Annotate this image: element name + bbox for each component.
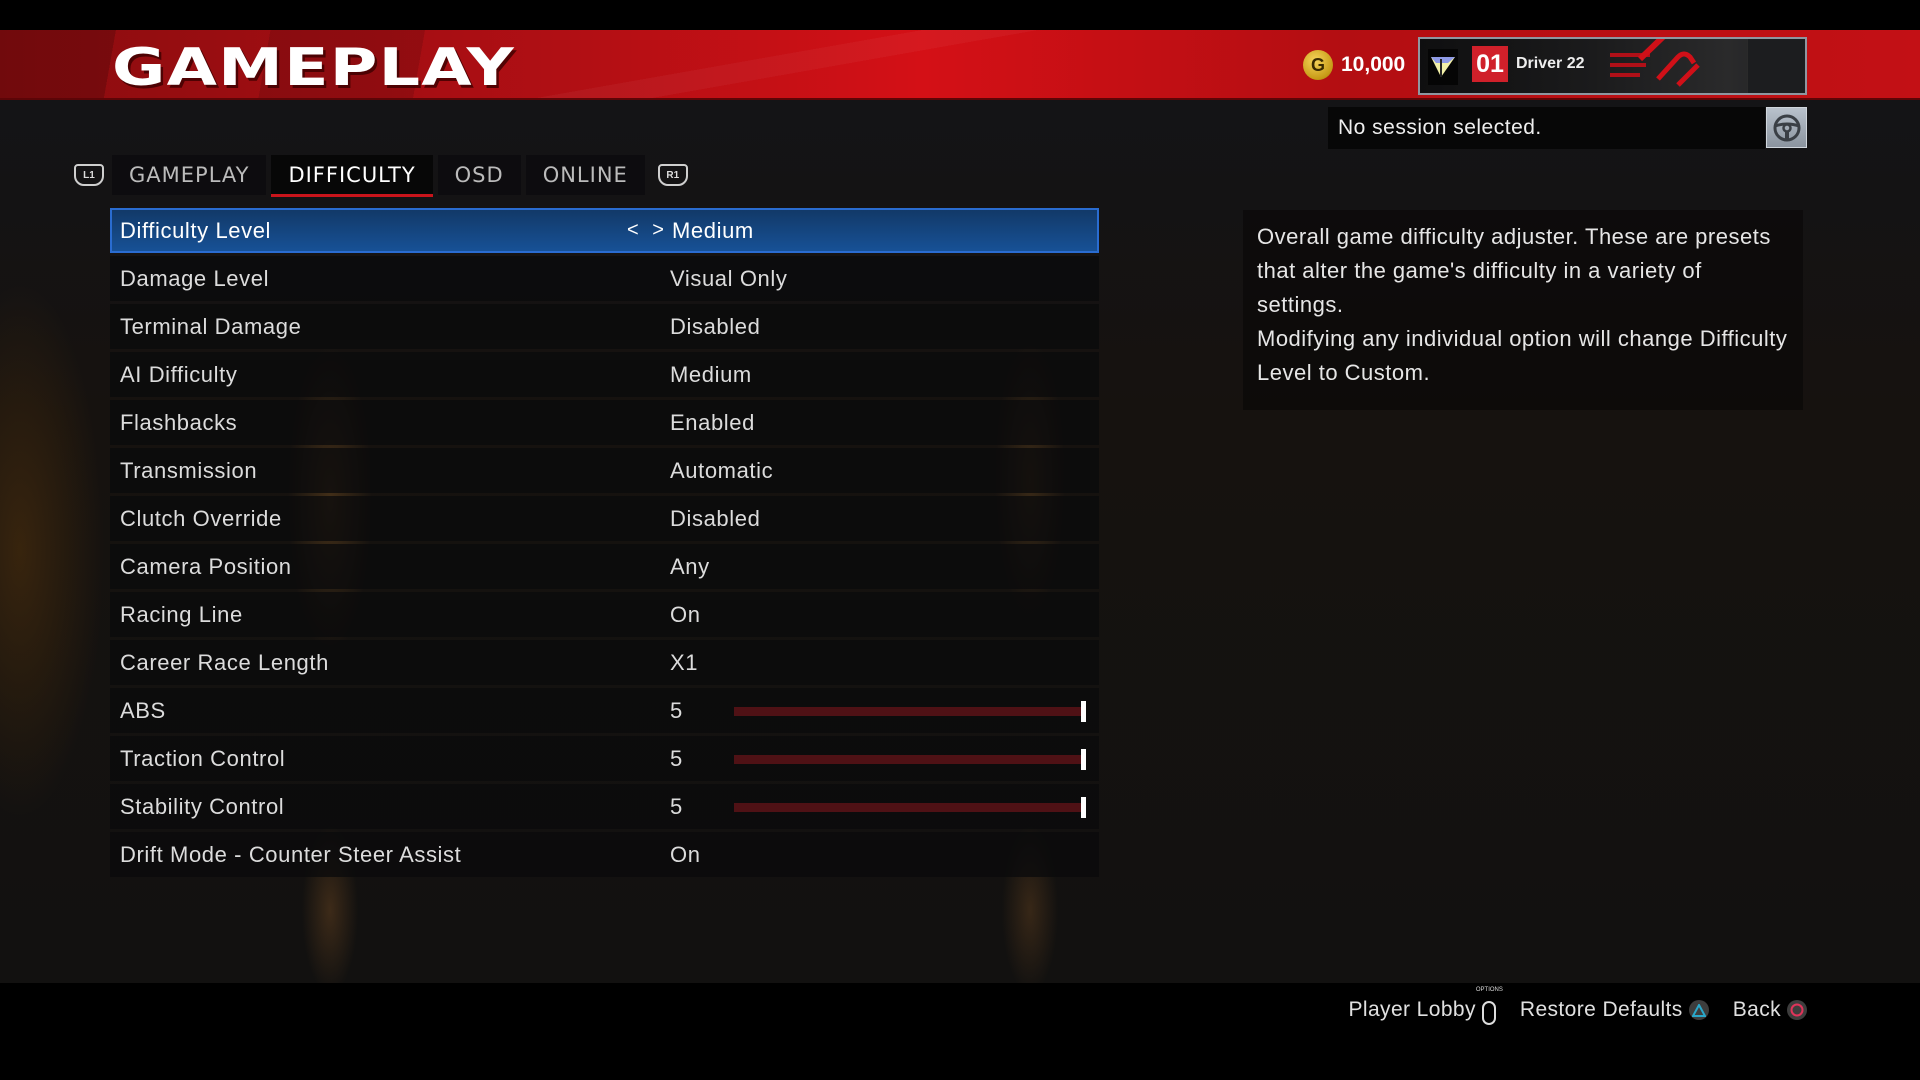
setting-value: Medium — [670, 361, 752, 387]
setting-label: Difficulty Level — [120, 217, 272, 243]
traction-control-slider[interactable] — [734, 749, 1086, 770]
setting-row-terminal-damage[interactable]: Terminal Damage Disabled — [110, 304, 1099, 349]
player-lobby-label: Player Lobby — [1348, 998, 1476, 1021]
setting-label: Terminal Damage — [120, 313, 302, 339]
setting-row-drift-mode[interactable]: Drift Mode - Counter Steer Assist On — [110, 832, 1099, 877]
setting-label: Stability Control — [120, 793, 285, 819]
steering-wheel-icon — [1773, 114, 1800, 141]
l1-bumper-icon[interactable]: L1 — [74, 164, 104, 186]
stability-control-slider[interactable] — [734, 797, 1086, 818]
setting-row-flashbacks[interactable]: Flashbacks Enabled — [110, 400, 1099, 445]
setting-value: Visual Only — [670, 265, 788, 291]
back-label: Back — [1732, 998, 1781, 1021]
setting-value: 5 — [670, 793, 683, 819]
setting-value: 5 — [670, 697, 683, 723]
top-letterbox — [0, 0, 1920, 30]
r1-bumper-icon[interactable]: R1 — [657, 164, 688, 186]
setting-row-stability-control[interactable]: Stability Control 5 — [110, 784, 1099, 829]
slider-fill — [734, 803, 1084, 812]
setting-value: Disabled — [670, 505, 761, 531]
setting-row-racing-line[interactable]: Racing Line On — [110, 592, 1099, 637]
slider-fill — [734, 755, 1084, 764]
restore-defaults-label: Restore Defaults — [1519, 998, 1683, 1021]
team-flag-icon — [1428, 49, 1458, 85]
session-wheel-button[interactable] — [1766, 107, 1807, 148]
setting-row-camera-position[interactable]: Camera Position Any — [110, 544, 1099, 589]
setting-row-career-race-length[interactable]: Career Race Length X1 — [110, 640, 1099, 685]
settings-list: Difficulty Level < > Medium Damage Level… — [110, 208, 1099, 880]
options-button-icon: OPTIONS — [1476, 987, 1503, 1025]
driver-number: 01 — [1472, 46, 1508, 82]
setting-value: 5 — [670, 745, 683, 771]
slider-fill — [734, 707, 1084, 716]
driver-badge-slot — [1747, 39, 1805, 93]
description-note: Modifying any individual option will cha… — [1257, 326, 1788, 385]
setting-row-abs[interactable]: ABS 5 — [110, 688, 1099, 733]
g-coin-icon: G — [1303, 50, 1333, 80]
setting-value: X1 — [670, 649, 699, 675]
slider-handle[interactable] — [1081, 749, 1086, 770]
setting-label: Camera Position — [120, 553, 292, 579]
description-panel: Overall game difficulty adjuster. These … — [1243, 210, 1803, 410]
setting-label: Clutch Override — [120, 505, 282, 531]
triangle-button-icon — [1688, 1000, 1709, 1020]
session-status: No session selected. — [1328, 107, 1765, 149]
setting-row-difficulty-level[interactable]: Difficulty Level < > Medium — [110, 208, 1099, 253]
setting-label: Flashbacks — [120, 409, 238, 435]
livery-logo-icon — [1610, 39, 1700, 87]
setting-row-transmission[interactable]: Transmission Automatic — [110, 448, 1099, 493]
option-arrows-icon[interactable]: < > — [627, 219, 668, 242]
setting-label: Career Race Length — [120, 649, 329, 675]
tab-online[interactable]: ONLINE — [525, 155, 645, 195]
setting-value: Any — [670, 553, 710, 579]
back-button[interactable]: Back — [1733, 998, 1807, 1022]
setting-value: Medium — [672, 217, 754, 243]
setting-value: Enabled — [670, 409, 755, 435]
tab-osd[interactable]: OSD — [437, 155, 521, 195]
circle-button-icon — [1787, 1000, 1807, 1020]
driver-name: Driver 22 — [1516, 55, 1585, 72]
restore-defaults-button[interactable]: Restore Defaults — [1520, 998, 1709, 1022]
setting-value: Automatic — [670, 457, 774, 483]
abs-slider[interactable] — [734, 701, 1086, 722]
options-caption: OPTIONS — [1475, 987, 1503, 993]
setting-label: AI Difficulty — [120, 361, 238, 387]
setting-label: Drift Mode - Counter Steer Assist — [120, 841, 462, 867]
player-lobby-button[interactable]: Player Lobby OPTIONS — [1348, 987, 1503, 1025]
currency-amount: 10,000 — [1341, 53, 1406, 76]
footer-actions: Player Lobby OPTIONS Restore Defaults Ba… — [1348, 987, 1807, 1025]
setting-row-traction-control[interactable]: Traction Control 5 — [110, 736, 1099, 781]
description-text: Overall game difficulty adjuster. These … — [1257, 224, 1771, 317]
setting-value: On — [670, 841, 701, 867]
setting-label: ABS — [120, 697, 166, 723]
slider-handle[interactable] — [1081, 701, 1086, 722]
setting-label: Racing Line — [120, 601, 243, 627]
setting-label: Transmission — [120, 457, 258, 483]
setting-row-ai-difficulty[interactable]: AI Difficulty Medium — [110, 352, 1099, 397]
driver-profile-card[interactable]: 01 Driver 22 — [1418, 37, 1807, 95]
setting-row-clutch-override[interactable]: Clutch Override Disabled — [110, 496, 1099, 541]
setting-value: Disabled — [670, 313, 761, 339]
session-status-text: No session selected. — [1338, 116, 1542, 139]
currency-display: G 10,000 — [1303, 50, 1405, 80]
page-title: GAMEPLAY — [112, 38, 515, 98]
tab-gameplay[interactable]: GAMEPLAY — [112, 155, 267, 195]
tab-difficulty[interactable]: DIFFICULTY — [271, 155, 433, 197]
setting-value: On — [670, 601, 701, 627]
setting-label: Traction Control — [120, 745, 286, 771]
setting-label: Damage Level — [120, 265, 270, 291]
tab-bar: L1 GAMEPLAY DIFFICULTY OSD ONLINE R1 — [66, 155, 696, 197]
setting-row-damage-level[interactable]: Damage Level Visual Only — [110, 256, 1099, 301]
slider-handle[interactable] — [1081, 797, 1086, 818]
